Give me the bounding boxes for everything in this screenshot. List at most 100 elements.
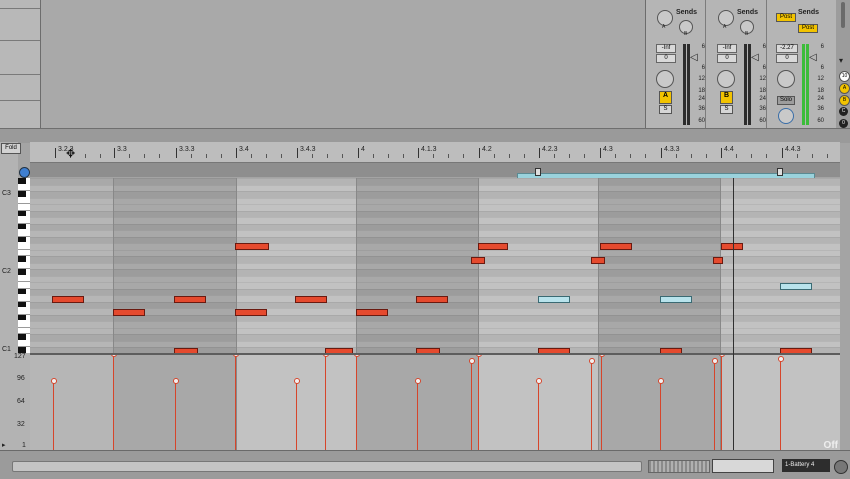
pan-knob[interactable]	[777, 70, 795, 88]
selected-midi-note[interactable]	[780, 283, 812, 290]
indicator-0[interactable]: 0	[839, 119, 848, 128]
black-key[interactable]	[18, 334, 26, 340]
midi-note[interactable]	[235, 309, 267, 316]
indicator-c[interactable]: C	[839, 107, 848, 116]
midi-note[interactable]	[478, 243, 508, 250]
fold-button[interactable]: Fold	[1, 143, 21, 154]
hot-swap-icon[interactable]	[834, 460, 848, 474]
velocity-handle[interactable]	[536, 378, 542, 384]
pan-display[interactable]: 0	[717, 54, 737, 63]
clip-overview[interactable]	[648, 460, 710, 473]
black-key[interactable]	[18, 223, 26, 229]
velocity-stem[interactable]	[417, 380, 418, 450]
black-key[interactable]	[18, 288, 26, 294]
triangle-down-icon[interactable]: ▾	[839, 56, 843, 65]
pan-knob[interactable]	[717, 70, 735, 88]
volume-display[interactable]: -Inf	[717, 44, 737, 53]
midi-note[interactable]	[235, 243, 269, 250]
black-key[interactable]	[18, 236, 26, 242]
track-list-panel[interactable]	[0, 0, 41, 128]
velocity-stem[interactable]	[53, 380, 54, 450]
midi-note[interactable]	[600, 243, 632, 250]
velocity-handle[interactable]	[469, 358, 475, 364]
post-button[interactable]: Post	[776, 13, 796, 22]
black-key[interactable]	[18, 347, 26, 353]
selected-midi-note[interactable]	[538, 296, 570, 303]
velocity-lane[interactable]: Off	[30, 353, 840, 452]
velocity-handle[interactable]	[294, 378, 300, 384]
fader-arrow-icon[interactable]: ◁	[809, 52, 817, 63]
velocity-stem[interactable]	[601, 355, 602, 450]
cue-volume-knob[interactable]	[778, 108, 794, 124]
velocity-stem[interactable]	[296, 380, 297, 450]
black-key[interactable]	[18, 269, 26, 275]
velocity-handle[interactable]	[778, 356, 784, 362]
note-editor-grid[interactable]	[30, 178, 840, 353]
scroll-thumb[interactable]	[841, 2, 845, 28]
midi-note[interactable]	[713, 257, 723, 264]
horizontal-scrollbar[interactable]	[12, 461, 642, 472]
midi-note[interactable]	[416, 296, 448, 303]
midi-note[interactable]	[295, 296, 327, 303]
panel-splitter[interactable]	[0, 128, 850, 143]
velocity-stem[interactable]	[591, 360, 592, 450]
midi-note[interactable]	[174, 296, 206, 303]
volume-display[interactable]: -Inf	[656, 44, 676, 53]
pan-display[interactable]: 0	[656, 54, 676, 63]
pan-knob[interactable]	[656, 70, 674, 88]
velocity-stem[interactable]	[356, 355, 357, 450]
velocity-handle[interactable]	[173, 378, 179, 384]
velocity-handle[interactable]	[589, 358, 595, 364]
clip-overview-window[interactable]	[712, 459, 774, 473]
pan-display[interactable]: 0	[776, 54, 798, 63]
velocity-stem[interactable]	[175, 380, 176, 450]
velocity-stem[interactable]	[714, 360, 715, 450]
velocity-handle[interactable]	[712, 358, 718, 364]
midi-note[interactable]	[471, 257, 485, 264]
velocity-handle[interactable]	[415, 378, 421, 384]
midi-note[interactable]	[113, 309, 145, 316]
velocity-stem[interactable]	[325, 355, 326, 450]
black-key[interactable]	[18, 178, 26, 184]
velocity-stem[interactable]	[478, 355, 479, 450]
midi-note[interactable]	[52, 296, 84, 303]
solo-button[interactable]: Solo	[777, 96, 795, 105]
ruler-tick	[539, 148, 540, 158]
clip-name-chooser[interactable]: 1-Battery 4	[782, 459, 830, 472]
solo-button[interactable]: S	[659, 105, 672, 114]
velocity-stem[interactable]	[538, 380, 539, 450]
fader-arrow-icon[interactable]: ◁	[751, 52, 759, 63]
indicator-10[interactable]: 10	[839, 71, 850, 82]
velocity-handle[interactable]	[51, 378, 57, 384]
post-button[interactable]: Post	[798, 24, 818, 33]
velocity-stem[interactable]	[235, 355, 236, 450]
black-key[interactable]	[18, 191, 26, 197]
track-activator-button[interactable]: B	[720, 91, 733, 104]
velocity-stem[interactable]	[780, 358, 781, 450]
velocity-stem[interactable]	[721, 355, 722, 450]
selected-midi-note[interactable]	[660, 296, 692, 303]
midi-note[interactable]	[721, 243, 743, 250]
track-activator-button[interactable]: A	[659, 91, 672, 104]
midi-note[interactable]	[356, 309, 388, 316]
fader-arrow-icon[interactable]: ◁	[690, 52, 698, 63]
expand-triangle-icon[interactable]: ▸	[2, 441, 6, 449]
black-key[interactable]	[18, 256, 26, 262]
velocity-handle[interactable]	[658, 378, 664, 384]
midi-note[interactable]	[591, 257, 605, 264]
black-key[interactable]	[18, 301, 26, 307]
beat-time-ruler[interactable]: 3.2.3 3.3 3.3.3 3.4 3.4.3 4 4.1.3 4.2 4.2.3 4.3 4.…	[30, 142, 840, 163]
velocity-stem[interactable]	[660, 380, 661, 450]
velocity-stem[interactable]	[113, 355, 114, 450]
vertical-scrollbar[interactable]: ▾ 10 A B C 0	[836, 0, 850, 128]
solo-button[interactable]: S	[720, 105, 733, 114]
velocity-stem[interactable]	[471, 360, 472, 450]
volume-display[interactable]: -2.27	[776, 44, 798, 53]
preview-icon[interactable]	[19, 167, 30, 178]
indicator-b[interactable]: B	[839, 95, 850, 106]
black-key[interactable]	[18, 314, 26, 320]
loop-start-marker[interactable]	[535, 168, 541, 176]
black-key[interactable]	[18, 210, 26, 216]
indicator-a[interactable]: A	[839, 83, 850, 94]
loop-end-marker[interactable]	[777, 168, 783, 176]
